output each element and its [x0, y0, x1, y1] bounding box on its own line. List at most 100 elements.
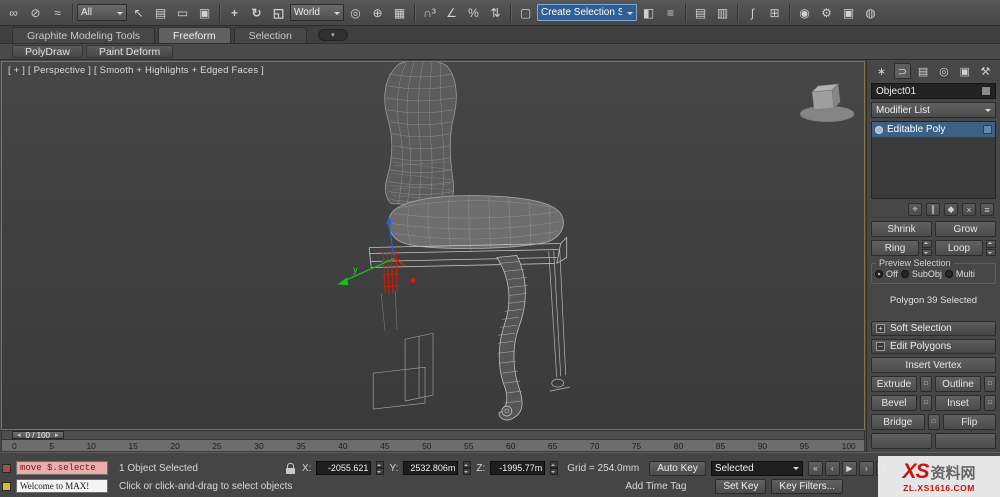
extrude-settings-button[interactable]: □ — [920, 376, 932, 392]
tab-graphite-modeling-tools[interactable]: Graphite Modeling Tools — [12, 27, 156, 43]
loop-spinner[interactable] — [986, 240, 996, 256]
angle-snap-icon[interactable]: ∠ — [441, 2, 462, 23]
window-crossing-icon[interactable]: ▣ — [194, 2, 215, 23]
frame-forward-arrow[interactable]: ▸ — [55, 431, 59, 439]
ribbon-minimize-button[interactable]: ▾ — [317, 28, 348, 41]
layer-manager-icon[interactable]: ▤ — [690, 2, 711, 23]
selected-dropdown[interactable]: Selected — [710, 460, 803, 476]
outline-settings-button[interactable]: □ — [984, 376, 996, 392]
preview-multi-radio[interactable] — [944, 270, 953, 278]
time-slider-handle[interactable]: ◂ 0 / 100 ▸ — [12, 431, 64, 440]
extrude-button[interactable]: Extrude — [871, 376, 917, 392]
modifier-stack[interactable]: Editable Poly — [871, 121, 996, 199]
grow-button[interactable]: Grow — [935, 221, 996, 237]
schematic-view-icon[interactable]: ⊞ — [764, 2, 785, 23]
select-object-icon[interactable]: ↖ — [128, 2, 149, 23]
inset-settings-button[interactable]: □ — [984, 395, 996, 411]
reference-coordinate-dropdown[interactable]: World — [290, 4, 344, 21]
keyboard-override-icon[interactable]: ▦ — [389, 2, 410, 23]
rectangular-selection-region-icon[interactable]: ▭ — [172, 2, 193, 23]
ring-button[interactable]: Ring — [871, 240, 919, 256]
perspective-viewport[interactable]: [ + ] [ Perspective ] [ Smooth + Highlig… — [1, 61, 865, 430]
align-icon[interactable]: ≡ — [660, 2, 681, 23]
utilities-tab-icon[interactable]: ⚒ — [977, 63, 994, 79]
bind-to-spacewarp-icon[interactable]: ≈ — [47, 2, 68, 23]
frame-back-arrow[interactable]: ◂ — [17, 431, 21, 439]
x-coord-field[interactable]: -2055.621 — [316, 461, 372, 475]
render-setup-icon[interactable]: ⚙ — [816, 2, 837, 23]
tab-freeform[interactable]: Freeform — [158, 27, 231, 43]
collapse-icon[interactable]: − — [876, 342, 885, 351]
next-frame-button[interactable]: › — [858, 460, 874, 476]
viewport-canvas[interactable]: y — [2, 62, 864, 429]
soft-selection-rollout[interactable]: + Soft Selection — [871, 321, 996, 336]
maxscript-key-icon[interactable] — [2, 481, 11, 491]
motion-tab-icon[interactable]: ◎ — [935, 63, 952, 79]
hierarchy-tab-icon[interactable]: ▤ — [915, 63, 932, 79]
maxscript-listener-line2[interactable]: Welcome to MAX! — [16, 479, 108, 493]
pin-stack-icon[interactable]: ⌖ — [908, 203, 922, 216]
preview-off-radio[interactable] — [875, 270, 883, 278]
maxscript-listener-icon[interactable] — [2, 463, 11, 473]
mirror-icon[interactable]: ◧ — [638, 2, 659, 23]
edit-polygons-rollout[interactable]: − Edit Polygons — [871, 339, 996, 354]
go-to-start-button[interactable]: « — [807, 460, 823, 476]
remove-modifier-icon[interactable]: × — [962, 203, 976, 216]
z-coord-field[interactable]: -1995.77m — [490, 461, 546, 475]
tab-selection[interactable]: Selection — [233, 27, 307, 43]
display-tab-icon[interactable]: ▣ — [956, 63, 973, 79]
bridge-button[interactable]: Bridge — [871, 414, 925, 430]
outline-button[interactable]: Outline — [935, 376, 981, 392]
tab-paint-deform[interactable]: Paint Deform — [85, 45, 174, 58]
material-editor-icon[interactable]: ◉ — [794, 2, 815, 23]
snap-toggle-icon[interactable]: ∩³ — [419, 2, 440, 23]
named-selection-sets-icon[interactable]: ▢ — [515, 2, 536, 23]
named-selection-dropdown[interactable]: Create Selection Se — [537, 4, 637, 21]
render-production-icon[interactable]: ◍ — [860, 2, 881, 23]
object-name-field[interactable]: Object01 — [871, 83, 996, 99]
z-coord-spinner[interactable] — [550, 461, 559, 475]
spinner-snap-icon[interactable]: ⇅ — [485, 2, 506, 23]
modify-tab-icon[interactable]: ⊃ — [893, 63, 911, 79]
bridge-settings-button[interactable]: □ — [927, 414, 940, 430]
y-coord-spinner[interactable] — [463, 461, 472, 475]
partial-button[interactable] — [871, 433, 932, 449]
selection-lock-icon[interactable] — [283, 462, 297, 474]
create-tab-icon[interactable]: ∗ — [873, 63, 890, 79]
preview-subobj-radio[interactable] — [900, 270, 909, 278]
viewcube[interactable] — [799, 83, 855, 123]
select-by-name-icon[interactable]: ▤ — [150, 2, 171, 23]
select-and-link-icon[interactable]: ∞ — [3, 2, 24, 23]
bevel-button[interactable]: Bevel — [871, 395, 917, 411]
set-key-button[interactable]: Set Key — [715, 478, 767, 494]
configure-modifier-sets-icon[interactable]: ≡ — [980, 203, 994, 216]
modifier-list-dropdown[interactable]: Modifier List — [871, 102, 996, 118]
unlink-selection-icon[interactable]: ⊘ — [25, 2, 46, 23]
maxscript-mini-listener[interactable]: move $.selecte — [16, 461, 108, 475]
chair-model[interactable] — [368, 62, 570, 421]
use-pivot-center-icon[interactable]: ◎ — [345, 2, 366, 23]
x-coord-spinner[interactable] — [376, 461, 385, 475]
viewport-label[interactable]: [ + ] [ Perspective ] [ Smooth + Highlig… — [8, 65, 264, 76]
ribbon-toggle-icon[interactable]: ▥ — [712, 2, 733, 23]
select-and-manipulate-icon[interactable]: ⊕ — [367, 2, 388, 23]
select-and-scale-icon[interactable]: ◱ — [268, 2, 289, 23]
key-filters-button[interactable]: Key Filters... — [771, 478, 843, 494]
selection-filter-dropdown[interactable]: All — [77, 4, 127, 21]
make-unique-icon[interactable]: ◆ — [944, 203, 958, 216]
add-time-tag[interactable]: Add Time Tag — [625, 481, 686, 492]
show-end-result-icon[interactable]: ∥ — [926, 203, 940, 216]
insert-vertex-button[interactable]: Insert Vertex — [871, 357, 996, 373]
curve-editor-icon[interactable]: ʃ — [742, 2, 763, 23]
y-coord-field[interactable]: 2532.806m — [403, 461, 459, 475]
rendered-frame-icon[interactable]: ▣ — [838, 2, 859, 23]
track-bar-ruler[interactable]: 0 5 10 15 20 25 30 35 40 45 50 55 60 65 70 75 80 85 90 95 10… — [1, 440, 865, 452]
percent-snap-icon[interactable]: % — [463, 2, 484, 23]
ring-spinner[interactable] — [922, 240, 932, 256]
loop-button[interactable]: Loop — [935, 240, 983, 256]
select-and-move-icon[interactable]: + — [224, 2, 245, 23]
shrink-button[interactable]: Shrink — [871, 221, 932, 237]
previous-frame-button[interactable]: ‹ — [824, 460, 840, 476]
tab-polydraw[interactable]: PolyDraw — [12, 45, 83, 58]
flip-button[interactable]: Flip — [942, 414, 996, 430]
